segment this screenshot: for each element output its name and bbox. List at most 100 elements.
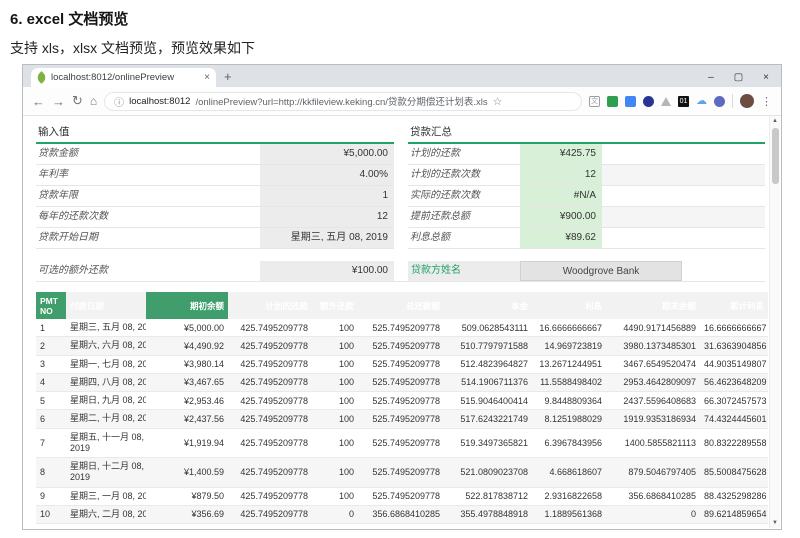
cell: 66.3072457573 bbox=[700, 391, 768, 411]
extension-purple-icon[interactable] bbox=[714, 95, 725, 107]
translate-icon[interactable]: 文 bbox=[589, 95, 600, 107]
cell-label: 每年的还款次数 bbox=[38, 211, 108, 222]
scrollbar-thumb[interactable] bbox=[771, 128, 779, 184]
cell: 3467.6549520474 bbox=[606, 355, 700, 374]
window-minimize-button[interactable]: – bbox=[708, 72, 714, 83]
col-header-cumulative-interest: 累计利息 bbox=[700, 292, 768, 319]
cell: 100 bbox=[312, 457, 358, 488]
cell: 4 bbox=[36, 373, 66, 393]
page-subtitle: 支持 xls，xlsx 文档预览，预览效果如下 bbox=[10, 40, 255, 56]
cell: 100 bbox=[312, 428, 358, 458]
cell: 525.7495209778 bbox=[358, 487, 444, 506]
cell: 100 bbox=[312, 373, 358, 393]
cell: 1 bbox=[36, 319, 66, 338]
cell: 525.7495209778 bbox=[358, 355, 444, 374]
scroll-up-arrow-icon[interactable]: ▲ bbox=[770, 118, 780, 124]
cell: 100 bbox=[312, 391, 358, 411]
extension-cloud-icon[interactable]: ☁ bbox=[696, 95, 707, 107]
cell: 100 bbox=[312, 409, 358, 429]
cell: 16.6666666667 bbox=[532, 319, 606, 338]
toolbar-divider bbox=[732, 94, 733, 108]
cell-value: 星期三, 五月 08, 2019 bbox=[260, 228, 394, 248]
cell: 356.6868410285 bbox=[606, 487, 700, 506]
col-header-total-payment: 总还款额 bbox=[358, 292, 444, 319]
cell: 525.7495209778 bbox=[358, 428, 444, 458]
cell: 100 bbox=[312, 319, 358, 338]
col-header-principal: 本金 bbox=[444, 292, 532, 319]
cell: 355.4978848918 bbox=[444, 505, 532, 525]
extension-shield-icon[interactable] bbox=[607, 95, 618, 107]
browser-window: localhost:8012/onlinePreview × + – ▢ × ←… bbox=[22, 64, 782, 530]
cell: 8 bbox=[36, 457, 66, 488]
new-tab-button[interactable]: + bbox=[224, 69, 232, 84]
profile-avatar[interactable] bbox=[740, 94, 754, 108]
cell: ¥879.50 bbox=[146, 487, 228, 506]
cell: 2437.5596408683 bbox=[606, 391, 700, 411]
cell: 8.1251988029 bbox=[532, 409, 606, 429]
cell: ¥3,467.65 bbox=[146, 373, 228, 393]
cell: 9 bbox=[36, 487, 66, 506]
table-row: 5星期日, 九月 08, 2019¥2,953.46425.7495209778… bbox=[36, 391, 768, 411]
tab-close-icon[interactable]: × bbox=[204, 72, 210, 83]
table-row: 3星期一, 七月 08, 2019¥3,980.14425.7495209778… bbox=[36, 355, 768, 374]
home-button[interactable]: ⌂ bbox=[90, 94, 97, 108]
cell: ¥1,919.94 bbox=[146, 428, 228, 458]
tab-title: localhost:8012/onlinePreview bbox=[51, 72, 175, 83]
window-maximize-button[interactable]: ▢ bbox=[734, 72, 743, 83]
forward-button[interactable]: → bbox=[52, 94, 65, 109]
browser-tab[interactable]: localhost:8012/onlinePreview × bbox=[31, 68, 216, 87]
extension-blue-icon[interactable] bbox=[625, 95, 636, 107]
cell: 星期六, 六月 08, 2019 bbox=[66, 336, 146, 356]
scroll-down-arrow-icon[interactable]: ▼ bbox=[770, 520, 780, 526]
cell: 425.7495209778 bbox=[228, 457, 312, 488]
cell: 16.6666666667 bbox=[700, 319, 768, 338]
cell: 74.4324445601 bbox=[700, 409, 768, 429]
input-row-payments-per-year: 每年的还款次数 12 bbox=[36, 207, 394, 228]
window-close-button[interactable]: × bbox=[763, 72, 769, 83]
cell-label: 贷款金额 bbox=[38, 148, 78, 159]
excel-preview-area: 输入值 贷款金额 ¥5,000.00 年利率 4.00% 贷款年限 1 每年的还… bbox=[23, 116, 781, 529]
cell-value: ¥425.75 bbox=[520, 144, 602, 164]
cell: 425.7495209778 bbox=[228, 409, 312, 429]
cell: 3 bbox=[36, 355, 66, 374]
menu-kebab-icon[interactable]: ⋮ bbox=[761, 95, 772, 108]
lender-name-label: 贷款方姓名 bbox=[408, 261, 520, 281]
cell-label: 贷款年限 bbox=[38, 190, 78, 201]
row-filler bbox=[602, 207, 765, 227]
amortization-table: PMT NO 付款日期 期初余额 计划的还款 额外还款 总还款额 本金 利息 期… bbox=[36, 292, 768, 525]
vertical-scrollbar[interactable]: ▲ ▼ bbox=[769, 116, 780, 528]
cell: 星期日, 九月 08, 2019 bbox=[66, 391, 146, 411]
col-header-scheduled-payment: 计划的还款 bbox=[228, 292, 312, 319]
cell: 525.7495209778 bbox=[358, 336, 444, 356]
extension-dark-circle-icon[interactable] bbox=[643, 95, 654, 107]
cell: 522.817838712 bbox=[444, 487, 532, 506]
address-bar[interactable]: ⓘ localhost:8012 /onlinePreview?url=http… bbox=[104, 91, 582, 111]
cell: 100 bbox=[312, 487, 358, 506]
summary-row-early-payment-total: 提前还款总额 ¥900.00 bbox=[408, 207, 765, 228]
cell: 525.7495209778 bbox=[358, 409, 444, 429]
page-info-icon[interactable]: ⓘ bbox=[114, 94, 124, 109]
extension-01-badge-icon[interactable]: 01 bbox=[678, 95, 689, 107]
cell: 5 bbox=[36, 391, 66, 411]
bookmark-star-icon[interactable]: ☆ bbox=[493, 95, 503, 108]
extension-triangle-icon[interactable] bbox=[661, 96, 671, 106]
url-host: localhost:8012 bbox=[129, 95, 191, 107]
cell: 13.2671244951 bbox=[532, 355, 606, 374]
input-section-title: 输入值 bbox=[36, 123, 394, 144]
browser-toolbar: ← → ↻ ⌂ ⓘ localhost:8012 /onlinePreview?… bbox=[23, 87, 781, 116]
back-button[interactable]: ← bbox=[32, 94, 45, 109]
cell: 4.668618607 bbox=[532, 457, 606, 488]
cell: ¥5,000.00 bbox=[146, 319, 228, 338]
cell: 80.8322289558 bbox=[700, 428, 768, 458]
cell: 425.7495209778 bbox=[228, 487, 312, 506]
cell-value: 1 bbox=[260, 186, 394, 206]
summary-row-total-interest: 利息总额 ¥89.62 bbox=[408, 228, 765, 249]
cell-value: 12 bbox=[520, 165, 602, 185]
reload-button[interactable]: ↻ bbox=[72, 93, 83, 109]
tab-favicon-leaf-icon bbox=[35, 71, 48, 84]
table-row: 8 星期日, 十二月 08, 2019 ¥1,400.59 425.749520977… bbox=[36, 457, 768, 488]
col-header-begin-balance: 期初余额 bbox=[146, 292, 228, 319]
cell: 2953.4642809097 bbox=[606, 373, 700, 393]
cell: 425.7495209778 bbox=[228, 319, 312, 338]
col-header-pmt-no: PMT NO bbox=[36, 292, 66, 319]
